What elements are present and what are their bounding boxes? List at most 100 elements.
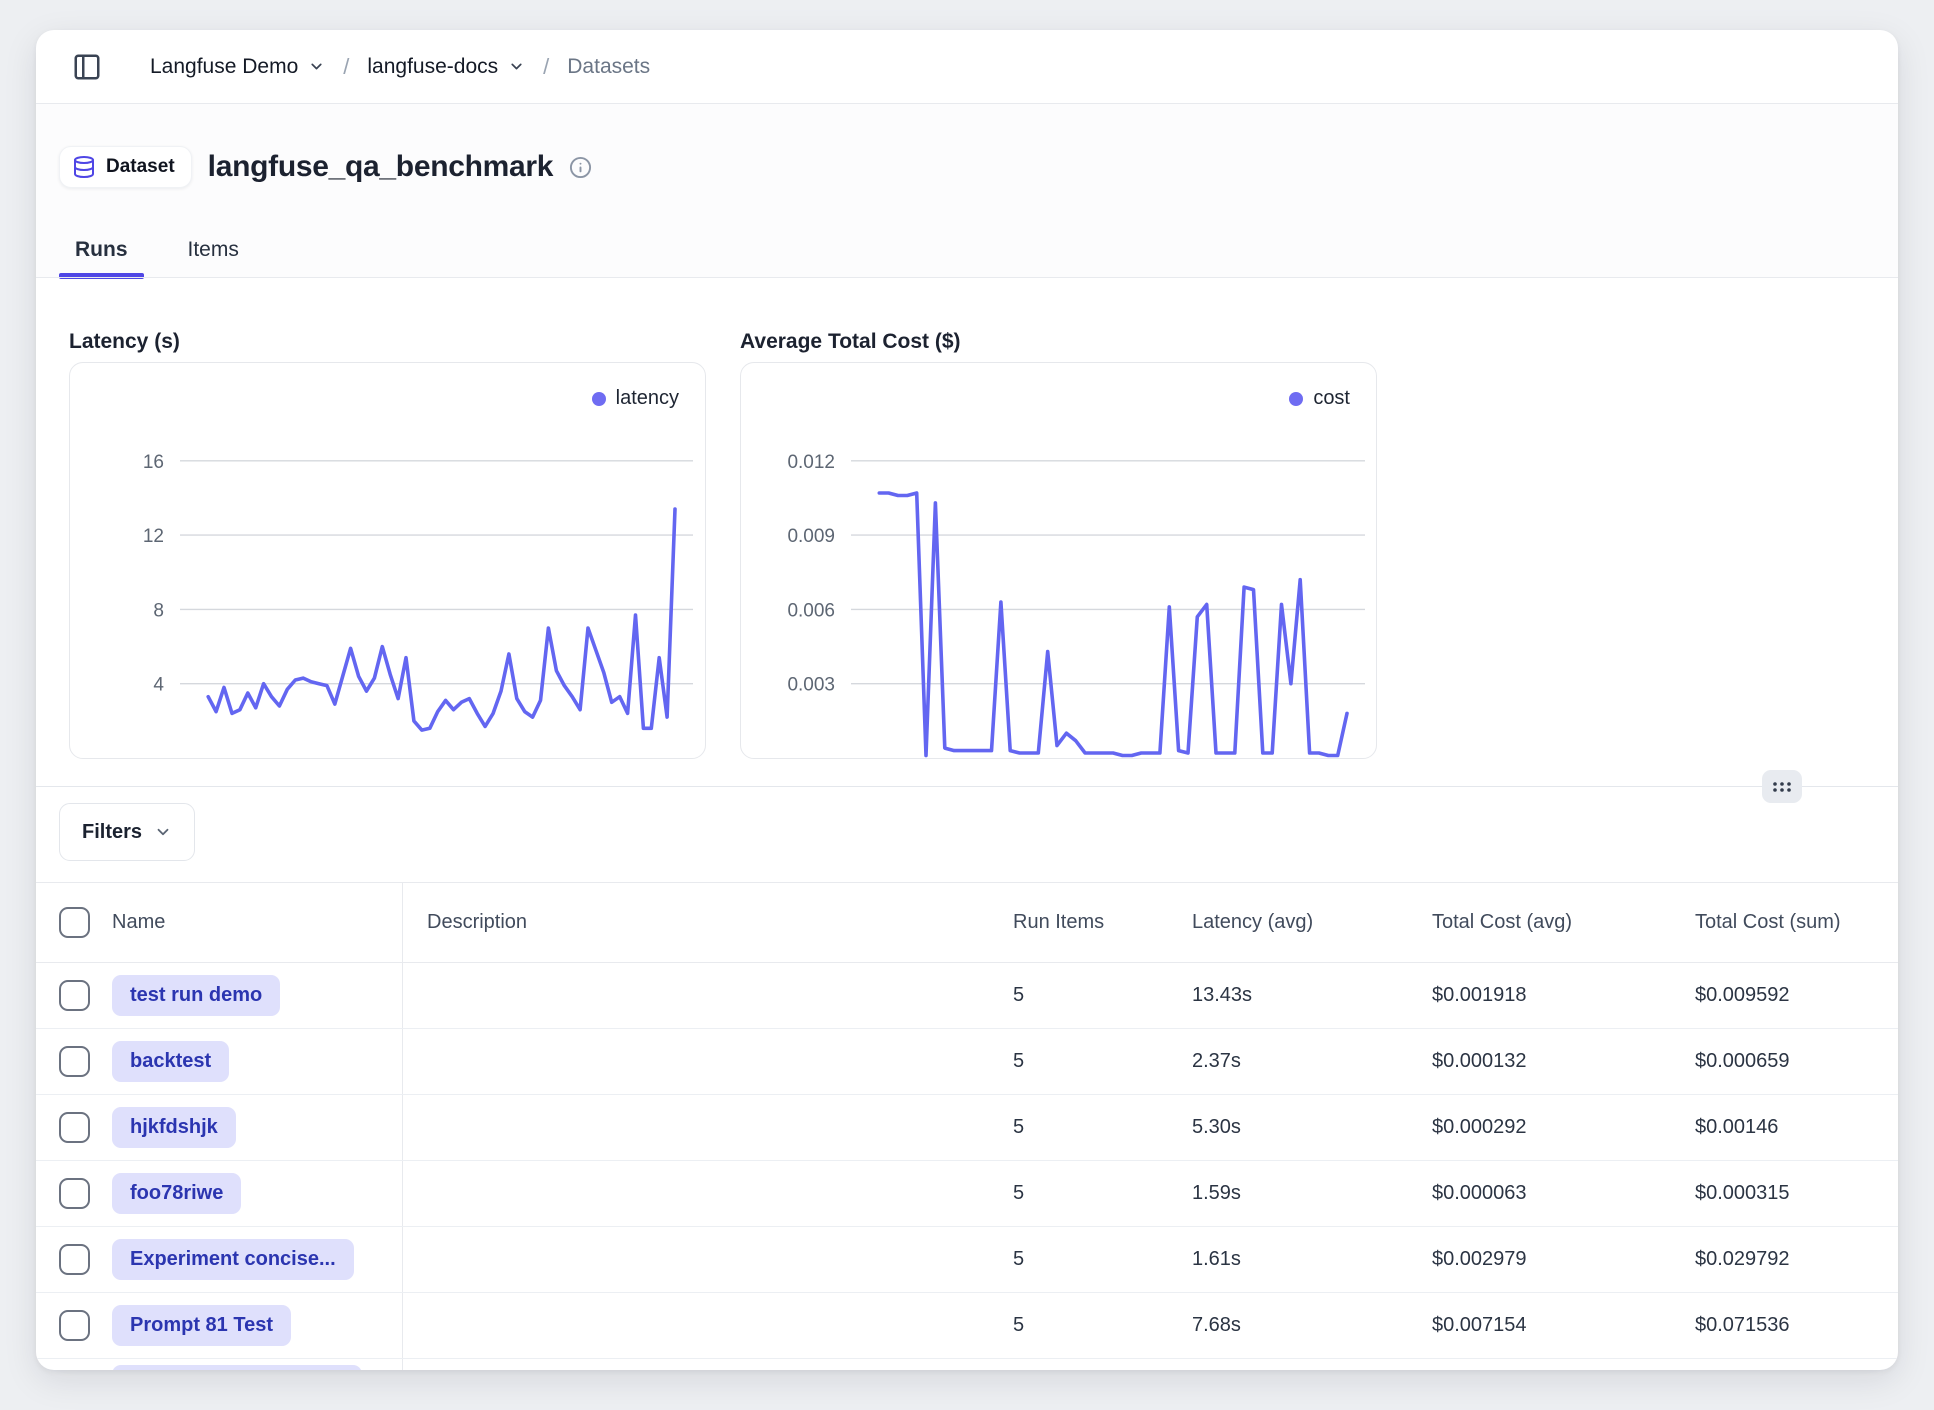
row-total-cost-avg-cell: $0.000292 <box>1432 1116 1695 1139</box>
run-name-badge[interactable]: Experiment concise... <box>112 1239 354 1280</box>
dataset-header: Dataset langfuse_qa_benchmark Runs Items <box>36 104 1898 278</box>
chevron-down-icon <box>508 58 525 75</box>
info-icon[interactable] <box>569 156 592 179</box>
runs-table-body: test run demo 5 13.43s $0.001918 $0.0095… <box>36 963 1898 1359</box>
breadcrumb-resource-selector[interactable]: langfuse-docs <box>367 55 525 79</box>
column-header-description[interactable]: Description <box>403 883 1013 962</box>
cost-chart-title: Average Total Cost ($) <box>740 330 961 354</box>
panel-left-icon <box>72 52 102 82</box>
row-run-items-cell: 5 <box>1013 1050 1192 1073</box>
row-checkbox-cell <box>36 1046 112 1077</box>
row-run-items-cell: 5 <box>1013 1116 1192 1139</box>
breadcrumb-project-selector[interactable]: Langfuse Demo <box>150 55 325 79</box>
latency-legend[interactable]: latency <box>592 387 679 410</box>
run-name-badge[interactable]: foo78riwe <box>112 1173 241 1214</box>
row-latency-avg-cell: 1.61s <box>1192 1248 1432 1271</box>
latency-chart-card: 481216 latency <box>69 362 706 759</box>
row-total-cost-avg-cell: $0.002979 <box>1432 1248 1695 1271</box>
run-name-badge[interactable]: backtest <box>112 1041 229 1082</box>
tab-runs[interactable]: Runs <box>59 228 144 278</box>
row-description-cell <box>403 1029 1013 1094</box>
legend-dot-cost <box>1289 392 1303 406</box>
row-total-cost-sum-cell: $0.009592 <box>1695 984 1898 1007</box>
main-window: Langfuse Demo / langfuse-docs / Datasets… <box>36 30 1898 1370</box>
row-description-cell <box>403 1227 1013 1292</box>
breadcrumb-project-label: Langfuse Demo <box>150 55 298 79</box>
row-total-cost-sum-cell: $0.00146 <box>1695 1116 1898 1139</box>
select-all-checkbox[interactable] <box>59 907 90 938</box>
row-checkbox[interactable] <box>59 1310 90 1341</box>
breadcrumb-separator: / <box>343 54 349 80</box>
cost-legend[interactable]: cost <box>1289 387 1350 410</box>
svg-text:0.006: 0.006 <box>787 600 835 621</box>
chevron-down-icon <box>308 58 325 75</box>
row-description-cell <box>403 963 1013 1028</box>
topbar: Langfuse Demo / langfuse-docs / Datasets <box>36 30 1898 104</box>
row-name-cell: Experiment concise... <box>112 1227 403 1292</box>
table-row: Experiment concise... 5 1.61s $0.002979 … <box>36 1227 1898 1293</box>
row-description-cell <box>403 1161 1013 1226</box>
table-row: Prompt 81 Test 5 7.68s $0.007154 $0.0715… <box>36 1293 1898 1359</box>
breadcrumb-current-page: Datasets <box>567 55 650 79</box>
run-name-badge[interactable]: Prompt 81 Test <box>112 1305 291 1346</box>
row-run-items-cell: 5 <box>1013 1248 1192 1271</box>
column-header-name[interactable]: Name <box>112 883 403 962</box>
column-header-total-cost-avg[interactable]: Total Cost (avg) <box>1432 911 1695 934</box>
svg-text:16: 16 <box>143 452 164 473</box>
tab-bar: Runs Items <box>59 228 255 278</box>
panel-resize-handle[interactable] <box>1762 770 1802 803</box>
svg-text:0.003: 0.003 <box>787 675 835 696</box>
row-total-cost-avg-cell: $0.007154 <box>1432 1314 1695 1337</box>
run-name-badge[interactable]: test run demo <box>112 975 280 1016</box>
row-latency-avg-cell: 2.37s <box>1192 1050 1432 1073</box>
run-name-badge[interactable]: hjkfdshjk <box>112 1107 236 1148</box>
svg-text:12: 12 <box>143 526 164 547</box>
row-name-cell: test run demo <box>112 963 403 1028</box>
sidebar-toggle-button[interactable] <box>72 52 102 82</box>
row-name-cell: foo78riwe <box>112 1161 403 1226</box>
table-row: backtest 5 2.37s $0.000132 $0.000659 <box>36 1029 1898 1095</box>
row-latency-avg-cell: 1.59s <box>1192 1182 1432 1205</box>
runs-table-header: Name Description Run Items Latency (avg)… <box>36 883 1898 963</box>
cost-chart-card: 0.0030.0060.0090.012 cost <box>740 362 1377 759</box>
filters-button-label: Filters <box>82 821 142 844</box>
svg-text:0.012: 0.012 <box>787 452 835 473</box>
row-total-cost-sum-cell: $0.071536 <box>1695 1314 1898 1337</box>
row-checkbox[interactable] <box>59 1244 90 1275</box>
row-run-items-cell: 5 <box>1013 1314 1192 1337</box>
row-total-cost-sum-cell: $0.000315 <box>1695 1182 1898 1205</box>
row-total-cost-sum-cell: $0.000659 <box>1695 1050 1898 1073</box>
panel-resize-divider <box>36 786 1898 787</box>
legend-dot-latency <box>592 392 606 406</box>
row-total-cost-avg-cell: $0.001918 <box>1432 984 1695 1007</box>
row-checkbox[interactable] <box>59 980 90 1011</box>
runs-table: Name Description Run Items Latency (avg)… <box>36 882 1898 1370</box>
table-row-partial <box>36 1359 1898 1370</box>
row-checkbox[interactable] <box>59 1046 90 1077</box>
filters-button[interactable]: Filters <box>59 803 195 861</box>
column-header-latency-avg[interactable]: Latency (avg) <box>1192 911 1432 934</box>
row-run-items-cell: 5 <box>1013 984 1192 1007</box>
row-description-cell <box>403 1293 1013 1358</box>
breadcrumb-separator: / <box>543 54 549 80</box>
row-checkbox-cell <box>36 1310 112 1341</box>
row-name-cell: hjkfdshjk <box>112 1095 403 1160</box>
column-header-run-items[interactable]: Run Items <box>1013 911 1192 934</box>
row-total-cost-sum-cell: $0.029792 <box>1695 1248 1898 1271</box>
row-checkbox[interactable] <box>59 1178 90 1209</box>
latency-chart-title: Latency (s) <box>69 330 180 354</box>
dataset-badge-label: Dataset <box>106 156 175 178</box>
tab-items[interactable]: Items <box>172 228 255 278</box>
run-name-badge[interactable] <box>112 1365 362 1370</box>
database-icon <box>72 155 96 179</box>
grip-dots-icon <box>1771 779 1793 795</box>
row-latency-avg-cell: 7.68s <box>1192 1314 1432 1337</box>
column-header-total-cost-sum[interactable]: Total Cost (sum) <box>1695 911 1898 934</box>
row-latency-avg-cell: 5.30s <box>1192 1116 1432 1139</box>
row-checkbox-cell <box>36 1112 112 1143</box>
langfuse-app: { "colors": { "accent": "#4f46e5", "line… <box>0 0 1934 1410</box>
row-checkbox-cell <box>36 1178 112 1209</box>
row-checkbox-cell <box>36 1244 112 1275</box>
breadcrumb: Langfuse Demo / langfuse-docs / Datasets <box>150 54 650 80</box>
row-checkbox[interactable] <box>59 1112 90 1143</box>
